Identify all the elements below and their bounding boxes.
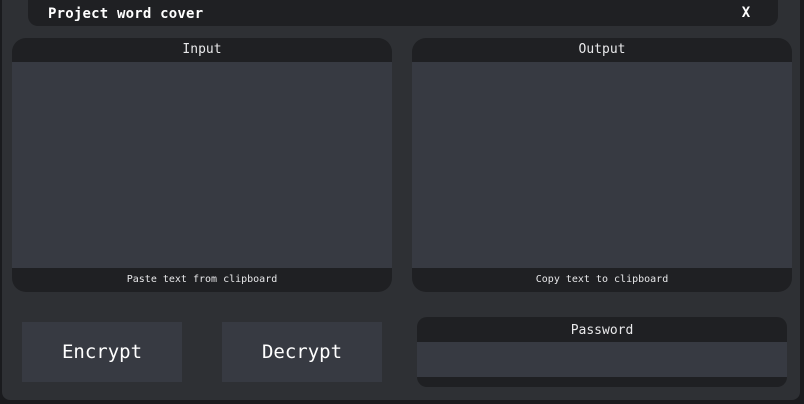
title-bar[interactable]: Project word cover X: [28, 0, 778, 26]
password-panel: Password: [417, 317, 787, 387]
paste-from-clipboard-button[interactable]: Paste text from clipboard: [12, 268, 392, 292]
input-panel-header: Input: [182, 42, 222, 57]
app-window: Project word cover X Input Paste text fr…: [2, 0, 800, 400]
password-label: Password: [570, 323, 634, 338]
input-panel: Input Paste text from clipboard: [12, 38, 392, 292]
output-panel: Output Copy text to clipboard: [412, 38, 792, 292]
encrypt-button[interactable]: Encrypt: [22, 322, 182, 382]
password-input[interactable]: [417, 342, 787, 377]
input-textarea[interactable]: [12, 62, 392, 268]
copy-to-clipboard-button[interactable]: Copy text to clipboard: [412, 268, 792, 292]
close-button[interactable]: X: [738, 5, 754, 21]
output-textarea[interactable]: [412, 62, 792, 268]
decrypt-button[interactable]: Decrypt: [222, 322, 382, 382]
window-title: Project word cover: [48, 6, 204, 22]
output-panel-header: Output: [578, 42, 626, 57]
